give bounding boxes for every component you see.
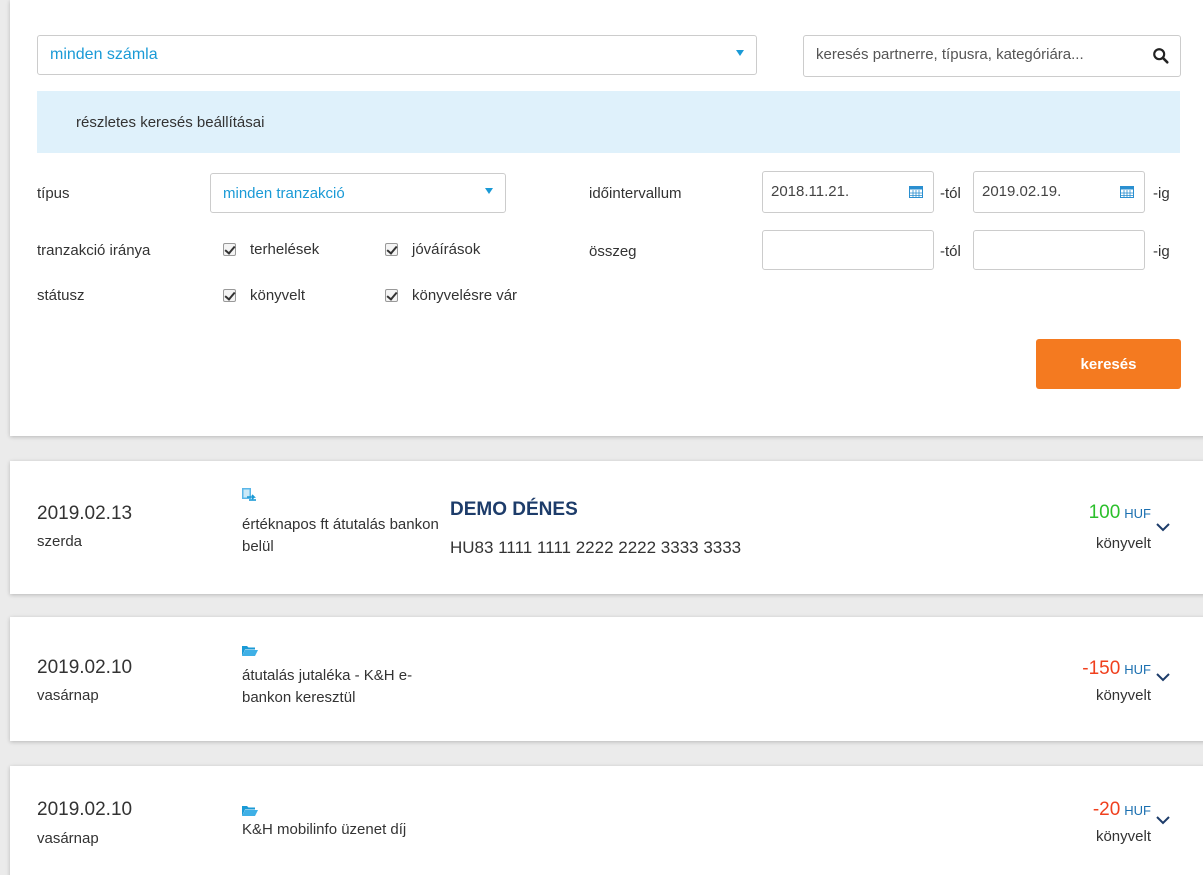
- credits-label: jóváírások: [412, 241, 481, 258]
- date-from-value: 2018.11.21.: [771, 183, 850, 200]
- transaction-status: könyvelt: [1095, 828, 1151, 845]
- transaction-card[interactable]: 2019.02.13 szerda értéknapos ft átutalás…: [10, 461, 1203, 594]
- calendar-icon[interactable]: [909, 185, 923, 198]
- interval-label: időintervallum: [589, 185, 682, 202]
- advanced-search-toggle[interactable]: részletes keresés beállításai: [37, 91, 1180, 153]
- direction-label: tranzakció iránya: [37, 242, 151, 259]
- folder-icon: [242, 646, 258, 656]
- transaction-card[interactable]: 2019.02.10 vasárnap átutalás jutaléka - …: [10, 617, 1203, 741]
- transaction-day: vasárnap: [37, 830, 99, 847]
- type-select-value: minden tranzakció: [223, 184, 345, 202]
- amount-value: 100: [1088, 502, 1121, 523]
- transaction-date: 2019.02.13: [37, 503, 133, 524]
- search-icon[interactable]: [1152, 47, 1170, 65]
- partner-account: HU83 1111 1111 2222 2222 3333 3333: [450, 538, 742, 557]
- partner-name: DEMO DÉNES: [450, 499, 578, 520]
- chevron-down-icon[interactable]: [1156, 522, 1170, 532]
- search-box: [803, 35, 1181, 77]
- amount-from-suffix: -tól: [940, 243, 961, 260]
- debits-label: terhelések: [250, 241, 320, 258]
- chevron-down-icon[interactable]: [1156, 815, 1170, 825]
- transaction-status: könyvelt: [1095, 535, 1151, 552]
- transaction-date: 2019.02.10: [37, 657, 133, 678]
- pending-label: könyvelésre vár: [412, 287, 518, 304]
- transaction-date: 2019.02.10: [37, 799, 133, 820]
- booked-label: könyvelt: [250, 287, 306, 304]
- date-to-input[interactable]: 2019.02.19.: [973, 171, 1145, 213]
- caret-down-icon: [485, 188, 493, 194]
- credits-checkbox[interactable]: jóváírások: [385, 241, 480, 258]
- amount-label: összeg: [589, 243, 637, 260]
- transaction-type: K&H mobilinfo üzenet díj: [242, 821, 407, 838]
- calendar-icon[interactable]: [1120, 185, 1134, 198]
- chevron-down-icon[interactable]: [1156, 672, 1170, 682]
- advanced-search-label: részletes keresés beállításai: [76, 114, 265, 131]
- currency: HUF: [1124, 662, 1151, 677]
- search-input[interactable]: [816, 46, 1146, 63]
- amount-value: -20: [1092, 799, 1121, 820]
- amount-from-input[interactable]: [762, 230, 934, 270]
- transaction-amount: -150 HUF: [1082, 658, 1151, 680]
- checkbox-checked-icon: [385, 243, 398, 256]
- amount-to-input[interactable]: [973, 230, 1145, 270]
- transaction-type: átutalás jutaléka - K&H e-bankon kereszt…: [242, 667, 413, 706]
- transaction-amount: 100 HUF: [1089, 502, 1151, 524]
- search-button[interactable]: keresés: [1036, 339, 1181, 389]
- date-to-value: 2019.02.19.: [982, 183, 1062, 200]
- transaction-status: könyvelt: [1095, 687, 1151, 704]
- pending-checkbox[interactable]: könyvelésre vár: [385, 287, 517, 304]
- account-select-value: minden számla: [50, 46, 158, 63]
- transaction-day: vasárnap: [37, 687, 99, 704]
- account-select[interactable]: minden számla: [37, 35, 757, 75]
- type-select[interactable]: minden tranzakció: [210, 173, 506, 213]
- date-from-suffix: -tól: [940, 185, 961, 202]
- status-label: státusz: [37, 287, 85, 304]
- checkbox-checked-icon: [223, 243, 236, 256]
- transaction-card[interactable]: 2019.02.10 vasárnap K&H mobilinfo üzenet…: [10, 766, 1203, 875]
- transfer-icon: [242, 488, 256, 501]
- booked-checkbox[interactable]: könyvelt: [223, 287, 305, 304]
- date-from-input[interactable]: 2018.11.21.: [762, 171, 934, 213]
- transaction-amount: -20 HUF: [1093, 799, 1151, 821]
- date-to-suffix: -ig: [1153, 185, 1170, 202]
- currency: HUF: [1124, 803, 1151, 818]
- filter-panel: minden számla részletes keresés beállítá…: [10, 0, 1203, 436]
- folder-icon: [242, 806, 258, 816]
- amount-to-suffix: -ig: [1153, 243, 1170, 260]
- caret-down-icon: [736, 50, 744, 56]
- transaction-day: szerda: [37, 533, 83, 550]
- currency: HUF: [1124, 506, 1151, 521]
- debits-checkbox[interactable]: terhelések: [223, 241, 319, 258]
- transaction-type: értéknapos ft átutalás bankon belül: [242, 516, 439, 555]
- type-label: típus: [37, 185, 70, 202]
- checkbox-checked-icon: [223, 289, 236, 302]
- amount-value: -150: [1082, 658, 1121, 679]
- checkbox-checked-icon: [385, 289, 398, 302]
